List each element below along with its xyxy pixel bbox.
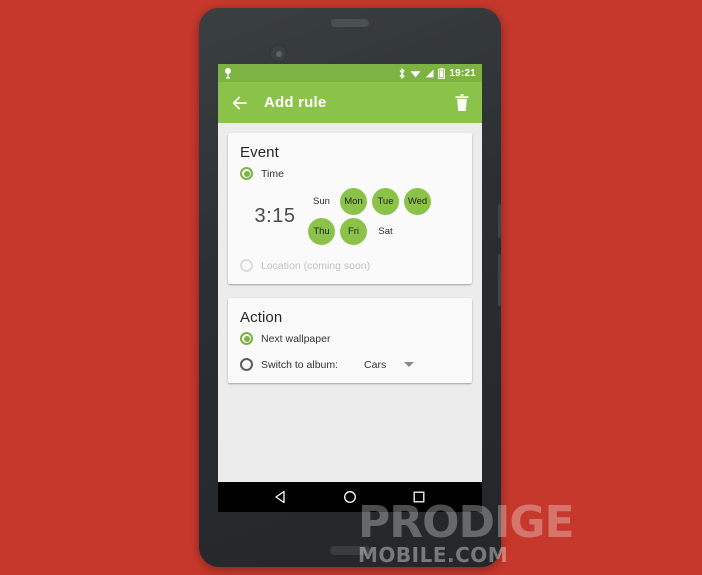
location-pin-icon (225, 67, 231, 79)
action-next-wallpaper-option[interactable]: Next wallpaper (240, 332, 460, 345)
status-bar-right: 19:21 (398, 67, 476, 79)
front-camera-icon (269, 44, 288, 63)
day-chip-sat[interactable]: Sat (372, 218, 399, 245)
day-chip-thu[interactable]: Thu (308, 218, 335, 245)
cellular-signal-icon (426, 69, 434, 77)
nav-back-triangle-icon[interactable] (274, 490, 288, 504)
android-navigation-bar (218, 482, 482, 512)
event-time-option[interactable]: Time (240, 167, 460, 180)
app-bar: Add rule (218, 82, 482, 123)
next-wallpaper-label: Next wallpaper (261, 332, 331, 345)
chevron-down-icon[interactable] (404, 362, 415, 367)
status-bar: 19:21 (218, 64, 482, 82)
status-bar-clock: 19:21 (449, 67, 476, 79)
day-row-bottom: Thu Fri Sat (308, 218, 460, 245)
action-switch-album-option[interactable]: Switch to album: Cars (240, 358, 460, 371)
switch-album-label: Switch to album: (261, 358, 339, 371)
action-card-title: Action (240, 309, 283, 326)
day-chip-wed[interactable]: Wed (404, 188, 431, 215)
event-location-option: Location (coming soon) (240, 259, 460, 272)
album-dropdown-value: Cars (364, 358, 387, 371)
switch-album-radio-icon[interactable] (240, 358, 253, 371)
location-radio-icon (240, 259, 253, 272)
earpiece-speaker (331, 19, 369, 27)
time-and-days-row: 3:15 Sun Mon Tue Wed Thu Fri Sat (240, 188, 460, 245)
back-arrow-icon[interactable] (230, 93, 250, 113)
action-card: Action Next wallpaper Switch to album: C… (228, 298, 472, 383)
bottom-speaker (330, 546, 370, 555)
nav-recents-square-icon[interactable] (412, 490, 426, 504)
wifi-icon (410, 70, 421, 77)
nav-home-circle-icon[interactable] (343, 490, 357, 504)
bluetooth-icon (399, 67, 406, 79)
content-scroll-area: Event Time 3:15 Sun Mon Tue Wed Thu Fri … (218, 123, 482, 482)
day-chip-fri[interactable]: Fri (340, 218, 367, 245)
power-button[interactable] (498, 204, 501, 238)
event-card-title: Event (240, 144, 279, 161)
time-option-label: Time (261, 167, 284, 180)
next-wallpaper-radio-icon[interactable] (240, 332, 253, 345)
phone-screen: 19:21 Add rule Event Time 3:15 Sun Mon T… (218, 64, 482, 512)
battery-icon (438, 67, 446, 79)
day-chip-tue[interactable]: Tue (372, 188, 399, 215)
day-row-top: Sun Mon Tue Wed (308, 188, 460, 215)
location-option-label: Location (coming soon) (261, 259, 371, 272)
phone-device-frame: 19:21 Add rule Event Time 3:15 Sun Mon T… (199, 8, 501, 567)
status-bar-left (224, 67, 398, 79)
trash-icon[interactable] (454, 93, 470, 112)
time-radio-icon[interactable] (240, 167, 253, 180)
album-dropdown[interactable]: Cars (364, 358, 415, 371)
day-chip-mon[interactable]: Mon (340, 188, 367, 215)
day-selector: Sun Mon Tue Wed Thu Fri Sat (308, 188, 460, 245)
event-card: Event Time 3:15 Sun Mon Tue Wed Thu Fri … (228, 133, 472, 284)
day-chip-sun[interactable]: Sun (308, 188, 335, 215)
page-title: Add rule (264, 94, 327, 111)
time-value[interactable]: 3:15 (242, 205, 308, 228)
volume-button[interactable] (498, 254, 501, 306)
